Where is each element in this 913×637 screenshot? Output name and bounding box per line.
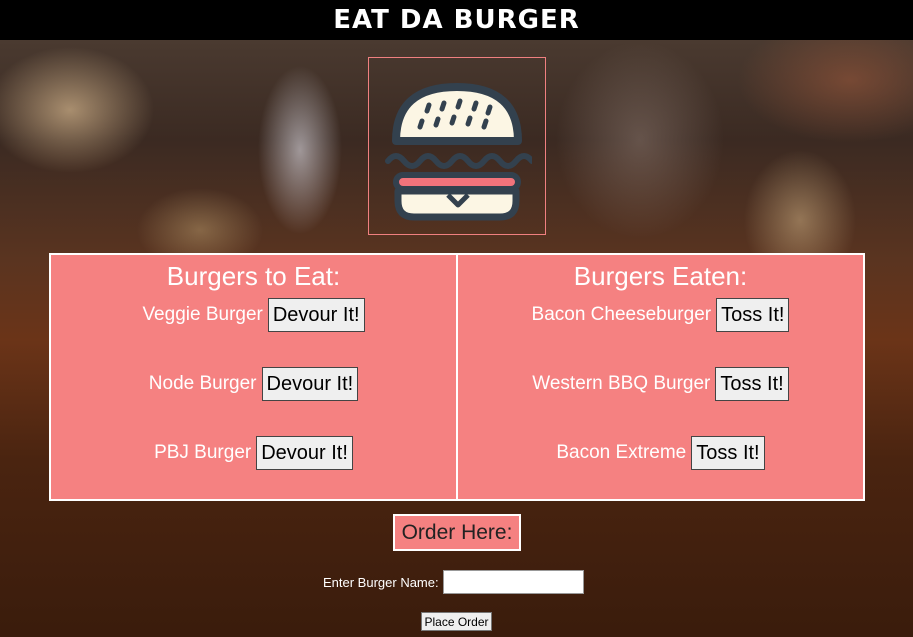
devour-button[interactable]: Devour It!: [261, 367, 359, 401]
list-item: Veggie Burger Devour It!: [51, 297, 456, 333]
header-bar: EAT DA BURGER: [0, 0, 913, 40]
burger-panels: Burgers to Eat: Veggie Burger Devour It!…: [49, 253, 865, 501]
burger-name-input[interactable]: [442, 570, 584, 594]
burger-name: Veggie Burger: [142, 304, 263, 325]
burger-name: Bacon Extreme: [556, 442, 687, 463]
burger-name: PBJ Burger: [154, 442, 252, 463]
place-order-button[interactable]: Place Order: [421, 612, 492, 631]
toss-button[interactable]: Toss It!: [691, 436, 765, 470]
order-heading: Order Here:: [401, 520, 513, 544]
devour-button[interactable]: Devour It!: [267, 298, 365, 332]
list-item: Node Burger Devour It!: [51, 366, 456, 402]
burger-name: Western BBQ Burger: [532, 373, 711, 394]
devour-button[interactable]: Devour It!: [256, 436, 353, 470]
app-title: EAT DA BURGER: [333, 5, 580, 35]
burger-name-label: Enter Burger Name:: [323, 574, 439, 590]
list-item: Bacon Cheeseburger Toss It!: [458, 297, 863, 333]
list-item: Bacon Extreme Toss It!: [458, 435, 863, 471]
burger-name: Bacon Cheeseburger: [531, 304, 712, 325]
to-eat-panel: Burgers to Eat: Veggie Burger Devour It!…: [49, 253, 458, 501]
toss-button[interactable]: Toss It!: [715, 367, 789, 401]
list-item: PBJ Burger Devour It!: [51, 435, 456, 471]
eaten-heading: Burgers Eaten:: [573, 261, 748, 291]
to-eat-heading: Burgers to Eat:: [166, 261, 341, 291]
order-form: Enter Burger Name:: [323, 570, 584, 594]
burger-name: Node Burger: [148, 373, 257, 394]
burger-icon: [385, 83, 532, 221]
logo-frame: [368, 57, 546, 235]
order-heading-box: Order Here:: [393, 514, 521, 551]
toss-button[interactable]: Toss It!: [716, 298, 790, 332]
eaten-panel: Burgers Eaten: Bacon Cheeseburger Toss I…: [458, 253, 865, 501]
list-item: Western BBQ Burger Toss It!: [458, 366, 863, 402]
